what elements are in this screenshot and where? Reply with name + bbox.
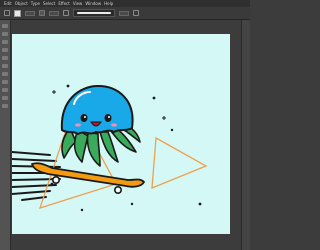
hand-tool-icon[interactable] — [2, 96, 8, 100]
skateboard — [31, 162, 145, 195]
pen-tool-icon[interactable] — [2, 40, 8, 44]
brush-tool-icon[interactable] — [2, 64, 8, 68]
variable-width-profile[interactable] — [73, 9, 115, 17]
menu-item-select[interactable]: Select — [43, 1, 55, 6]
brush-icon[interactable] — [63, 10, 69, 16]
rotate-tool-icon[interactable] — [2, 72, 8, 76]
menu-item-help[interactable]: Help — [104, 1, 113, 6]
menu-bar: Edit Object Type Select Effect View Window Help — [0, 0, 250, 7]
stroke-swatch[interactable] — [39, 10, 45, 16]
profile-stroke-preview — [77, 12, 111, 14]
select-tool-icon[interactable] — [4, 10, 10, 16]
jellyfish-body — [60, 84, 134, 136]
menu-item-edit[interactable]: Edit — [4, 1, 12, 6]
shape-tool-icon[interactable] — [2, 56, 8, 60]
menu-item-type[interactable]: Type — [31, 1, 40, 6]
menu-item-window[interactable]: Window — [85, 1, 101, 6]
artboard-canvas[interactable] — [12, 34, 230, 234]
selection-tool-icon[interactable] — [2, 24, 8, 28]
eyedropper-tool-icon[interactable] — [2, 88, 8, 92]
jellyfish-skateboard-artwork — [12, 84, 208, 212]
fill-swatch[interactable] — [14, 9, 21, 17]
speed-lines — [12, 151, 63, 201]
brush-definition-dropdown[interactable] — [119, 10, 129, 16]
control-bar — [0, 7, 250, 20]
stroke-weight-dropdown[interactable] — [49, 10, 59, 16]
menu-item-effect[interactable]: Effect — [58, 1, 70, 6]
tools-panel — [0, 20, 11, 250]
direct-selection-tool-icon[interactable] — [2, 32, 8, 36]
graphic-style-icon[interactable] — [133, 10, 139, 16]
scale-tool-icon[interactable] — [2, 80, 8, 84]
zoom-tool-icon[interactable] — [2, 104, 8, 108]
menu-item-view[interactable]: View — [73, 1, 83, 6]
type-tool-icon[interactable] — [2, 48, 8, 52]
menu-item-object[interactable]: Object — [15, 1, 28, 6]
fill-dropdown[interactable] — [25, 10, 35, 16]
panels-dock[interactable] — [241, 20, 250, 250]
